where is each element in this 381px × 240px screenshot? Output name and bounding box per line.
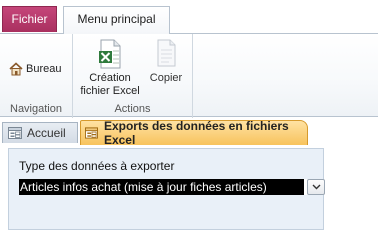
excel-file-icon xyxy=(99,39,121,69)
doc-tab-exports-label: Exports des données en fichiers Excel xyxy=(103,119,289,147)
export-form-panel: Type des données à exporter Articles inf… xyxy=(8,148,325,230)
type-donnees-value[interactable]: Articles infos achat (mise à jour fiches… xyxy=(19,179,304,195)
copier-button[interactable]: Copier xyxy=(143,38,189,85)
doc-tab-exports[interactable]: Exports des données en fichiers Excel xyxy=(80,119,308,147)
dropdown-button[interactable] xyxy=(307,179,325,195)
copy-document-icon xyxy=(157,39,176,67)
excel-label-line1: Création xyxy=(89,72,131,84)
tab-menu-principal[interactable]: Menu principal xyxy=(63,6,170,34)
doc-tab-accueil[interactable]: Accueil xyxy=(2,122,78,143)
tab-fichier[interactable]: Fichier xyxy=(2,6,57,32)
creation-fichier-excel-button[interactable]: Création fichier Excel xyxy=(77,38,143,98)
group-label-actions: Actions xyxy=(114,103,151,115)
ribbon-group-actions: Création fichier Excel Copier Actions xyxy=(73,34,193,118)
form-icon xyxy=(8,127,22,139)
chevron-down-icon xyxy=(312,184,320,190)
form-area: Type des données à exporter Articles inf… xyxy=(0,145,381,235)
type-donnees-combobox[interactable]: Articles infos achat (mise à jour fiches… xyxy=(19,179,325,195)
bureau-label: Bureau xyxy=(26,63,62,75)
ribbon: Bureau Navigation Création fichier Excel… xyxy=(0,33,378,118)
ribbon-group-navigation: Bureau Navigation xyxy=(0,34,73,118)
document-tabs: Accueil Exports des données en fichiers … xyxy=(0,118,381,147)
copier-label: Copier xyxy=(149,72,183,84)
ribbon-tab-strip: Fichier Menu principal xyxy=(0,0,381,34)
doc-tab-accueil-label: Accueil xyxy=(27,126,66,140)
excel-label-line2: fichier Excel xyxy=(80,85,140,97)
form-icon xyxy=(85,127,98,139)
group-label-navigation: Navigation xyxy=(10,103,62,115)
home-icon xyxy=(9,62,23,76)
type-donnees-label: Type des données à exporter xyxy=(19,159,175,173)
bureau-button[interactable]: Bureau xyxy=(9,60,61,78)
